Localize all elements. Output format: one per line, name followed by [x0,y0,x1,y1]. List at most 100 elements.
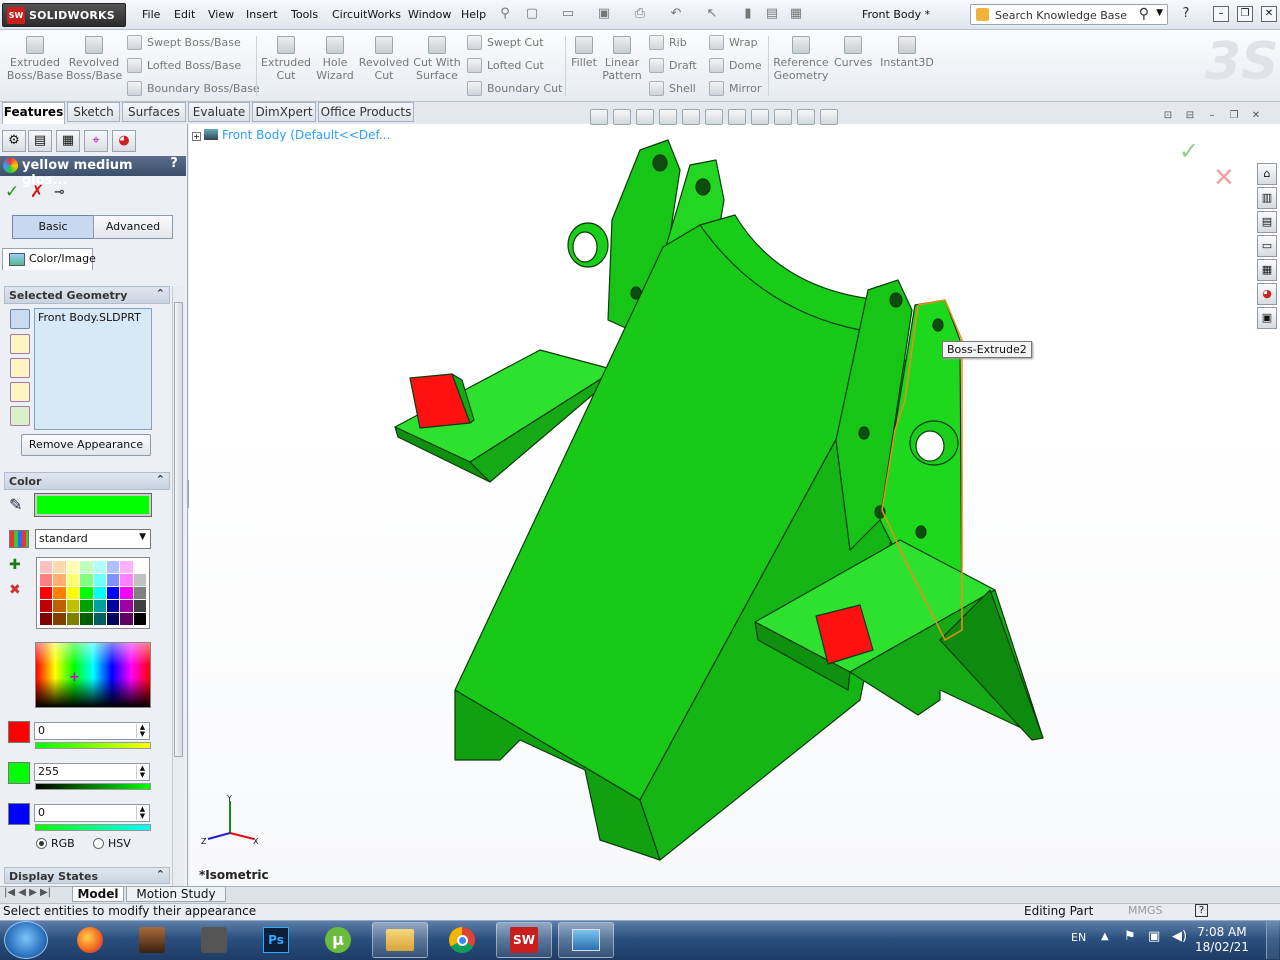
collapse-chevron-icon[interactable]: ⌃ [156,473,165,486]
select-feature-color-icon[interactable] [10,406,30,426]
viewport-restore-icon[interactable]: ❐ [1226,110,1242,124]
tab-surfaces[interactable]: Surfaces [122,102,186,122]
palette-swatch[interactable] [93,574,106,586]
status-help-button[interactable]: ? [1195,904,1208,917]
palette-swatch[interactable] [40,613,53,625]
viewport-split-icon[interactable]: ⊡ [1160,110,1176,124]
color-spectrum[interactable]: + [35,642,151,708]
tab-scroll-arrows-icon[interactable]: |◀ ◀ ▶ ▶| [4,887,51,898]
menu-window[interactable]: Window [408,8,451,21]
palette-swatch[interactable] [93,600,106,612]
save-icon[interactable]: ▣ [596,6,612,22]
spinner-icon[interactable]: ▲ ▼ [136,724,148,738]
view-palette-icon[interactable]: ▦ [1257,259,1277,281]
apply-scene-icon[interactable] [797,109,815,125]
help-button[interactable]: ? [166,156,182,174]
palette-swatch[interactable] [40,574,53,586]
design-library-icon[interactable]: ▤ [1257,211,1277,233]
palette-swatch[interactable] [93,587,106,599]
chrome-icon[interactable] [434,922,490,958]
show-desktop-button[interactable] [1266,921,1279,959]
blue-value-input[interactable]: 0 ▲ ▼ [34,804,150,822]
palette-swatch[interactable] [66,561,80,573]
tab-sketch[interactable]: Sketch [67,102,120,122]
tab-evaluate[interactable]: Evaluate [188,102,250,122]
hide-show-items-icon[interactable] [751,109,769,125]
palette-swatch[interactable] [53,561,66,573]
remove-swatch-icon[interactable]: ✖ [9,582,21,598]
menu-edit[interactable]: Edit [174,8,195,21]
viewport-minimize-icon[interactable]: – [1204,110,1220,124]
configuration-manager-tab[interactable]: ▦ [56,130,80,152]
palette-swatch[interactable] [133,561,146,573]
palette-swatch[interactable] [80,561,93,573]
search-icon[interactable]: ⚲ [1139,6,1149,22]
palette-swatch[interactable] [106,561,120,573]
palette-swatch[interactable] [80,613,93,625]
mirror-button[interactable]: Mirror [709,81,761,96]
palette-swatch[interactable] [40,587,53,599]
part-model[interactable] [189,124,1255,864]
palette-select[interactable]: standard ▼ [35,529,151,549]
palette-swatch[interactable] [120,587,133,599]
boundary-boss-button[interactable]: Boundary Boss/Base [127,81,260,96]
network-icon[interactable]: ▣ [1148,929,1160,944]
hole-wizard-button[interactable]: Hole Wizard [312,36,358,82]
palette-swatch[interactable] [133,600,146,612]
swept-cut-button[interactable]: Swept Cut [467,35,544,50]
language-indicator[interactable]: EN [1071,931,1086,944]
menu-view[interactable]: View [208,8,234,21]
rebuild-icon[interactable]: ▮ [740,6,756,22]
new-document-icon[interactable]: ▢ [524,6,540,22]
section-view-icon[interactable] [659,109,677,125]
solidworks-taskbar-icon[interactable]: SW [496,922,552,958]
menu-file[interactable]: File [142,8,160,21]
palette-swatch[interactable] [53,613,66,625]
select-face-icon[interactable] [10,358,30,378]
taskbar-clock[interactable]: 7:08 AM 18/02/21 [1195,925,1249,955]
custom-properties-icon[interactable]: ▣ [1257,307,1277,329]
tab-motion-study[interactable]: Motion Study 1 [126,886,226,915]
image-viewer-icon[interactable] [558,922,614,958]
menu-insert[interactable]: Insert [246,8,278,21]
ok-check-icon[interactable]: ✓ [5,182,19,202]
zoom-to-area-icon[interactable] [613,109,631,125]
menu-circuitworks[interactable]: CircuitWorks [332,8,401,21]
resources-icon[interactable]: ▥ [1257,187,1277,209]
palette-swatch[interactable] [120,600,133,612]
eyedropper-icon[interactable]: ✎ [9,495,22,514]
extruded-boss-button[interactable]: Extruded Boss/Base [6,36,64,82]
curves-button[interactable]: Curves [834,36,872,69]
shell-button[interactable]: Shell [649,81,696,96]
start-button-icon[interactable] [4,921,48,959]
color-section-header[interactable]: Color ⌃ [4,472,170,490]
dimxpert-manager-tab[interactable]: ⌖ [84,130,108,152]
open-folder-icon[interactable]: ▭ [560,6,576,22]
home-icon[interactable]: ⌂ [1257,163,1277,185]
blue-slider[interactable] [35,824,151,831]
advanced-mode-button[interactable]: Advanced [93,215,173,239]
search-knowledge-base[interactable]: Search Knowledge Base ⚲ ▼ [970,4,1168,25]
remove-appearance-button[interactable]: Remove Appearance [21,434,151,456]
spinner-icon[interactable]: ▲ ▼ [136,806,148,820]
cancel-x-icon[interactable]: ✗ [30,182,44,202]
current-color-swatch[interactable] [34,493,152,517]
selected-geometry-header[interactable]: Selected Geometry ⌃ [4,286,170,304]
list-item[interactable]: Front Body.SLDPRT [38,311,148,324]
select-part-icon[interactable] [10,309,30,329]
units-selector[interactable]: MMGS [1128,904,1163,917]
add-swatch-icon[interactable]: ✚ [9,557,21,573]
dome-button[interactable]: Dome [709,58,762,73]
file-explorer-taskbar-icon[interactable] [372,922,428,958]
select-body-icon[interactable] [10,334,30,354]
edit-appearance-icon[interactable] [774,109,792,125]
palette-swatch[interactable] [80,574,93,586]
tray-expand-icon[interactable]: ▲ [1101,931,1109,942]
palette-swatch[interactable] [80,587,93,599]
tab-dimxpert[interactable]: DimXpert [252,102,316,122]
palette-swatch[interactable] [133,587,146,599]
volume-icon[interactable]: ◀) [1172,929,1187,944]
palette-swatch[interactable] [106,613,120,625]
select-feature-icon[interactable] [10,382,30,402]
view-settings-icon[interactable] [820,109,838,125]
